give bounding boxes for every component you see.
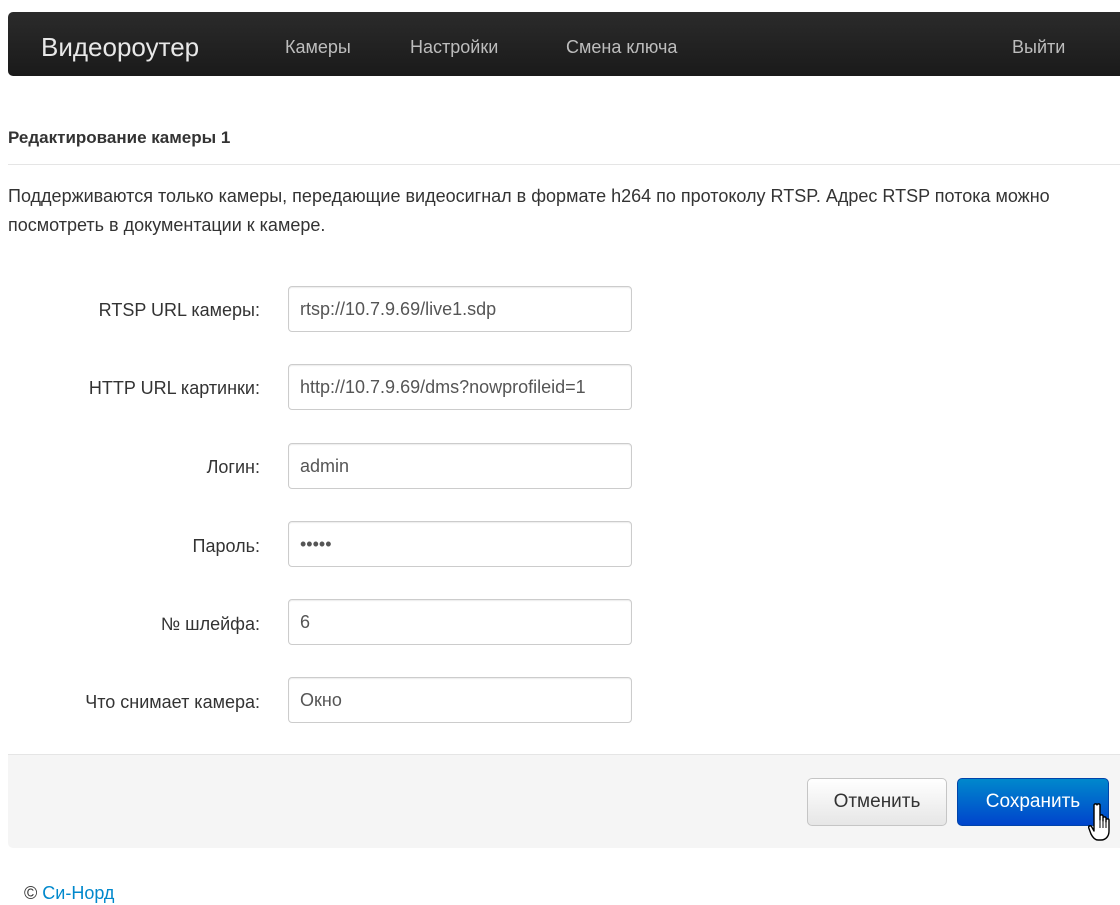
camera-description-label: Что снимает камера: <box>85 692 260 712</box>
nav-link-cameras[interactable]: Камеры <box>285 36 351 58</box>
title-divider <box>8 164 1120 165</box>
logout-link[interactable]: Выйти <box>1012 36 1065 58</box>
loop-number-label: № шлейфа: <box>160 614 260 634</box>
top-navbar: Видеороутер Камеры Настройки Смена ключа… <box>8 12 1120 76</box>
company-link[interactable]: Си-Норд <box>42 883 114 903</box>
rtsp-url-label: RTSP URL камеры: <box>98 300 260 320</box>
nav-link-change-key[interactable]: Смена ключа <box>566 36 677 58</box>
login-input[interactable] <box>288 443 632 489</box>
intro-text: Поддерживаются только камеры, передающие… <box>8 186 1050 235</box>
save-button[interactable]: Сохранить <box>957 778 1109 826</box>
loop-number-input[interactable] <box>288 599 632 645</box>
footer: © Си-Норд <box>24 882 114 904</box>
camera-description-input[interactable] <box>288 677 632 723</box>
login-label: Логин: <box>206 457 260 477</box>
page-title: Редактирование камеры 1 <box>8 128 231 147</box>
password-input[interactable] <box>288 521 632 567</box>
rtsp-url-input[interactable] <box>288 286 632 332</box>
cancel-button[interactable]: Отменить <box>807 778 947 826</box>
nav-link-settings[interactable]: Настройки <box>410 36 498 58</box>
http-url-label: HTTP URL картинки: <box>88 378 260 398</box>
brand-logo[interactable]: Видеороутер <box>41 32 199 62</box>
copyright-sign: © <box>24 883 38 903</box>
form-actions-bar: Отменить Сохранить <box>8 754 1120 848</box>
password-label: Пароль: <box>192 536 260 556</box>
hand-pointer-cursor-icon <box>1088 803 1110 841</box>
http-url-input[interactable] <box>288 364 632 410</box>
